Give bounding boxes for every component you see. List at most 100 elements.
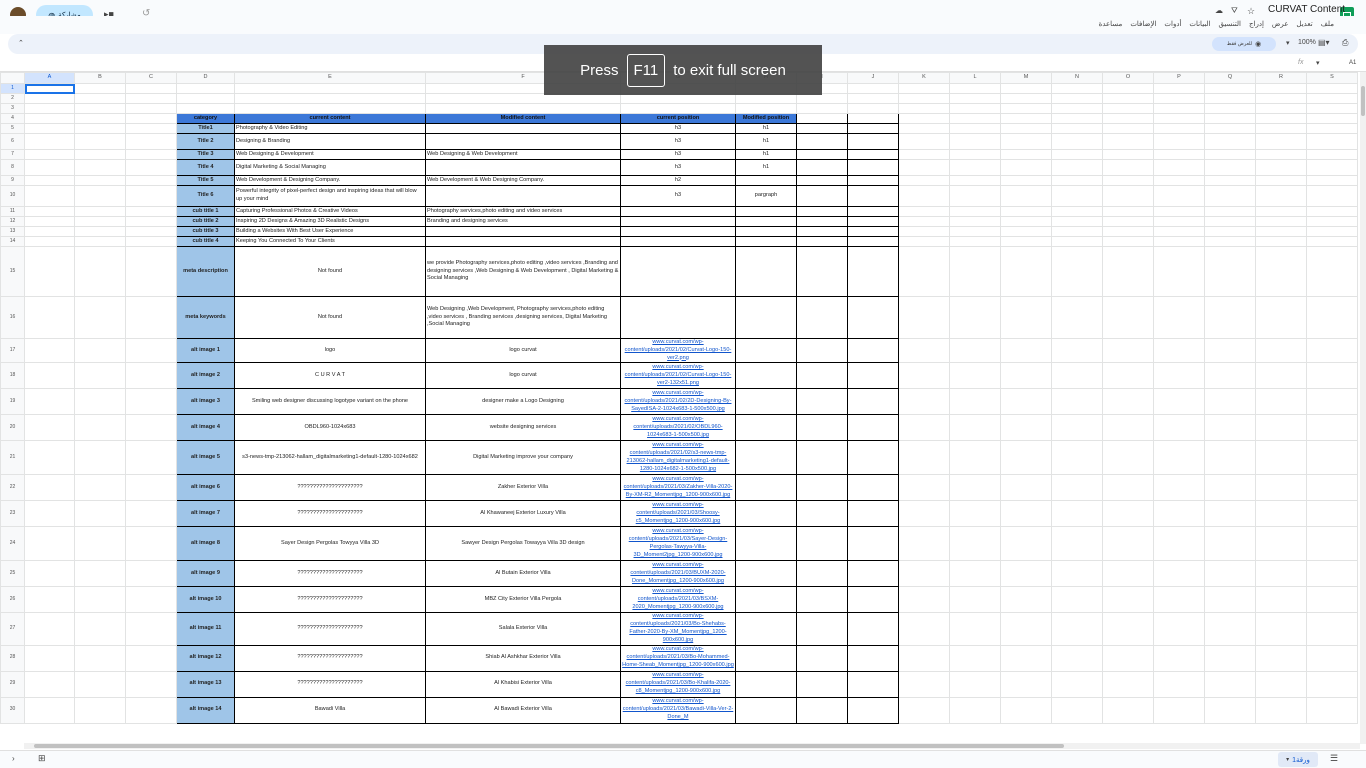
grid-cell[interactable] bbox=[1153, 123, 1205, 134]
column-header[interactable]: S bbox=[1306, 72, 1358, 84]
row-header[interactable]: 23 bbox=[0, 500, 25, 528]
grid-cell[interactable] bbox=[1102, 440, 1154, 476]
image-link[interactable]: www.curvat.com/wp-content/uploads/2021/0… bbox=[620, 526, 736, 562]
grid-cell[interactable] bbox=[1102, 206, 1154, 217]
current-content-cell[interactable]: Powerful integrity of pixel-perfect desi… bbox=[234, 185, 426, 207]
grid-cell[interactable] bbox=[1102, 226, 1154, 237]
menu-edit[interactable]: تعديل bbox=[1296, 20, 1312, 28]
grid-cell[interactable] bbox=[1255, 612, 1307, 646]
column-header[interactable]: B bbox=[74, 72, 126, 84]
grid-cell[interactable] bbox=[74, 103, 126, 114]
grid-cell[interactable] bbox=[1255, 133, 1307, 150]
image-link[interactable]: www.curvat.com/wp-content/uploads/2021/0… bbox=[620, 696, 736, 724]
grid-cell[interactable] bbox=[125, 123, 177, 134]
modified-position-cell[interactable]: h1 bbox=[735, 123, 797, 134]
menu-insert[interactable]: إدراج bbox=[1249, 20, 1264, 28]
menu-extensions[interactable]: الإضافات bbox=[1130, 20, 1156, 28]
row-header[interactable]: 27 bbox=[0, 612, 25, 646]
grid-cell[interactable] bbox=[74, 113, 126, 124]
grid-cell[interactable] bbox=[176, 83, 235, 94]
grid-cell[interactable] bbox=[898, 612, 950, 646]
grid-cell[interactable] bbox=[1051, 133, 1103, 150]
grid-cell[interactable] bbox=[1102, 337, 1154, 364]
modified-content-cell[interactable]: Al Bawadi Exterior Villa bbox=[425, 696, 621, 724]
grid-cell[interactable] bbox=[74, 216, 126, 227]
column-header[interactable]: Q bbox=[1204, 72, 1256, 84]
category-cell[interactable]: meta keywords bbox=[176, 296, 235, 339]
grid-cell[interactable] bbox=[74, 175, 126, 186]
grid-cell[interactable] bbox=[1051, 388, 1103, 416]
grid-cell[interactable] bbox=[1000, 362, 1052, 390]
grid-cell[interactable] bbox=[949, 226, 1001, 237]
menu-help[interactable]: مساعدة bbox=[1099, 20, 1123, 28]
grid-cell[interactable] bbox=[1255, 206, 1307, 217]
grid-cell[interactable] bbox=[74, 362, 126, 390]
modified-position-cell[interactable] bbox=[735, 216, 797, 227]
grid-cell[interactable] bbox=[949, 474, 1001, 502]
grid-cell[interactable] bbox=[1204, 644, 1256, 672]
grid-cell[interactable] bbox=[796, 696, 848, 724]
grid-cell[interactable] bbox=[1255, 526, 1307, 562]
grid-cell[interactable] bbox=[1306, 337, 1358, 364]
grid-cell[interactable] bbox=[898, 560, 950, 588]
grid-cell[interactable] bbox=[1153, 159, 1205, 176]
grid-cell[interactable] bbox=[234, 83, 426, 94]
grid-cell[interactable] bbox=[24, 216, 75, 227]
grid-cell[interactable] bbox=[74, 226, 126, 237]
grid-cell[interactable] bbox=[1102, 296, 1154, 339]
grid-cell[interactable] bbox=[74, 185, 126, 207]
grid-cell[interactable] bbox=[1102, 586, 1154, 614]
image-link[interactable]: www.curvat.com/wp-content/uploads/2021/0… bbox=[620, 440, 736, 476]
grid-cell[interactable] bbox=[1204, 337, 1256, 364]
grid-cell[interactable] bbox=[1153, 216, 1205, 227]
grid-cell[interactable] bbox=[949, 123, 1001, 134]
grid-cell[interactable] bbox=[1153, 670, 1205, 698]
grid-cell[interactable] bbox=[176, 93, 235, 104]
grid-cell[interactable] bbox=[24, 93, 75, 104]
grid-cell[interactable] bbox=[1306, 414, 1358, 442]
modified-position-cell[interactable] bbox=[735, 414, 797, 442]
grid-cell[interactable] bbox=[125, 696, 177, 724]
grid-cell[interactable] bbox=[1204, 83, 1256, 94]
category-cell[interactable]: Title 4 bbox=[176, 159, 235, 176]
current-content-cell[interactable]: C U R V A T bbox=[234, 362, 426, 390]
row-header[interactable]: 22 bbox=[0, 474, 25, 502]
grid-cell[interactable] bbox=[796, 159, 848, 176]
grid-cell[interactable] bbox=[1000, 83, 1052, 94]
grid-cell[interactable] bbox=[1306, 388, 1358, 416]
grid-cell[interactable] bbox=[949, 185, 1001, 207]
grid-cell[interactable] bbox=[1255, 414, 1307, 442]
grid-cell[interactable] bbox=[949, 612, 1001, 646]
grid-cell[interactable] bbox=[847, 440, 899, 476]
grid-cell[interactable] bbox=[1255, 123, 1307, 134]
column-header[interactable]: J bbox=[847, 72, 899, 84]
column-title[interactable]: Modified content bbox=[425, 113, 621, 124]
grid-cell[interactable] bbox=[847, 236, 899, 247]
current-content-cell[interactable]: ????????????????????? bbox=[234, 670, 426, 698]
grid-cell[interactable] bbox=[898, 696, 950, 724]
grid-cell[interactable] bbox=[898, 500, 950, 528]
grid-cell[interactable] bbox=[1051, 337, 1103, 364]
grid-cell[interactable] bbox=[1051, 175, 1103, 186]
grid-cell[interactable] bbox=[898, 246, 950, 297]
grid-cell[interactable] bbox=[1153, 560, 1205, 588]
column-header[interactable]: K bbox=[898, 72, 950, 84]
name-box[interactable]: A1 bbox=[1349, 60, 1356, 66]
grid-cell[interactable] bbox=[74, 560, 126, 588]
grid-cell[interactable] bbox=[1204, 440, 1256, 476]
grid-cell[interactable] bbox=[796, 414, 848, 442]
grid-cell[interactable] bbox=[796, 93, 848, 104]
grid-cell[interactable] bbox=[1000, 612, 1052, 646]
grid-cell[interactable] bbox=[847, 175, 899, 186]
row-header[interactable]: 12 bbox=[0, 216, 25, 227]
image-link[interactable]: www.curvat.com/wp-content/uploads/2021/0… bbox=[620, 612, 736, 646]
grid-cell[interactable] bbox=[125, 560, 177, 588]
grid-cell[interactable] bbox=[949, 175, 1001, 186]
grid-cell[interactable] bbox=[1255, 474, 1307, 502]
grid-cell[interactable] bbox=[1306, 113, 1358, 124]
grid-cell[interactable] bbox=[425, 103, 621, 114]
grid-cell[interactable] bbox=[847, 560, 899, 588]
grid-cell[interactable] bbox=[1051, 103, 1103, 114]
current-content-cell[interactable]: logo bbox=[234, 337, 426, 364]
grid-cell[interactable] bbox=[949, 586, 1001, 614]
